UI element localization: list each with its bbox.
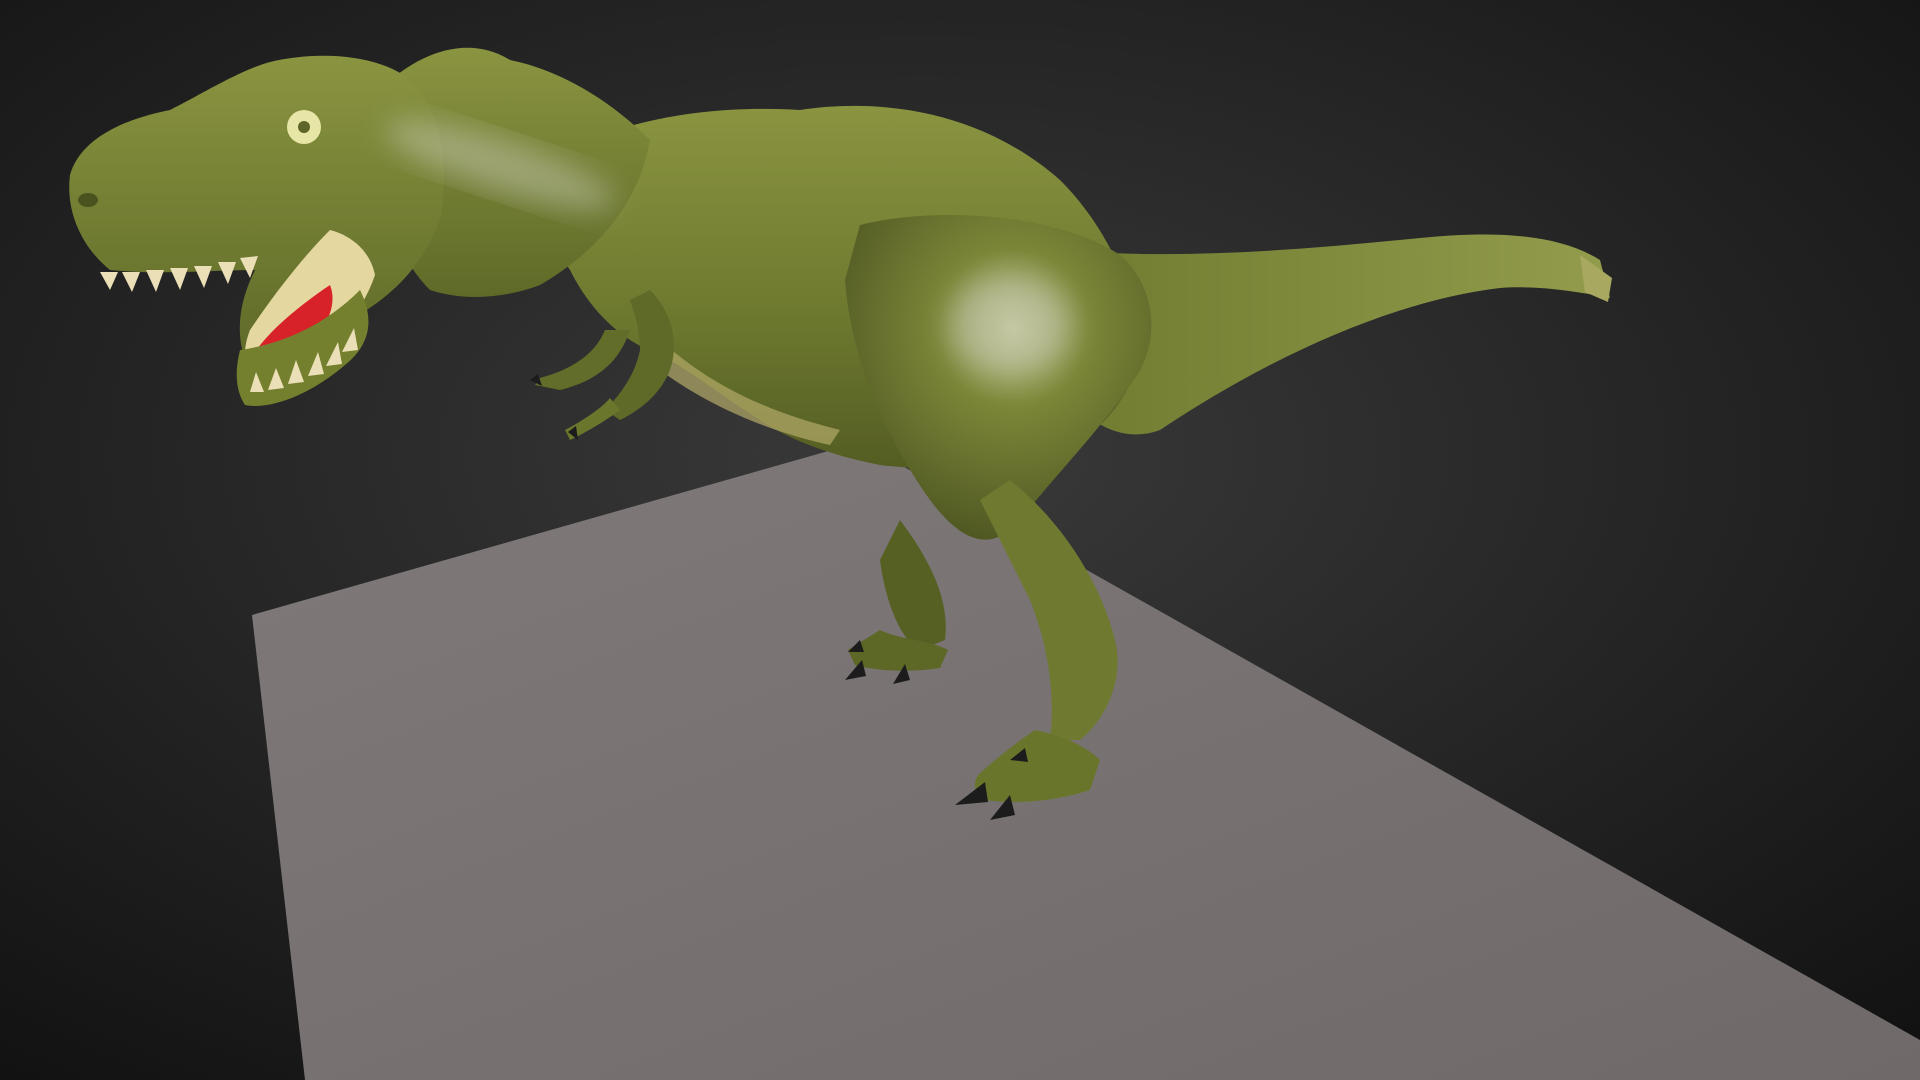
pupil <box>298 121 310 133</box>
scene-canvas[interactable] <box>0 0 1920 1080</box>
3d-viewport[interactable] <box>0 0 1920 1080</box>
specular-thigh <box>948 273 1072 377</box>
nostril <box>78 193 98 207</box>
